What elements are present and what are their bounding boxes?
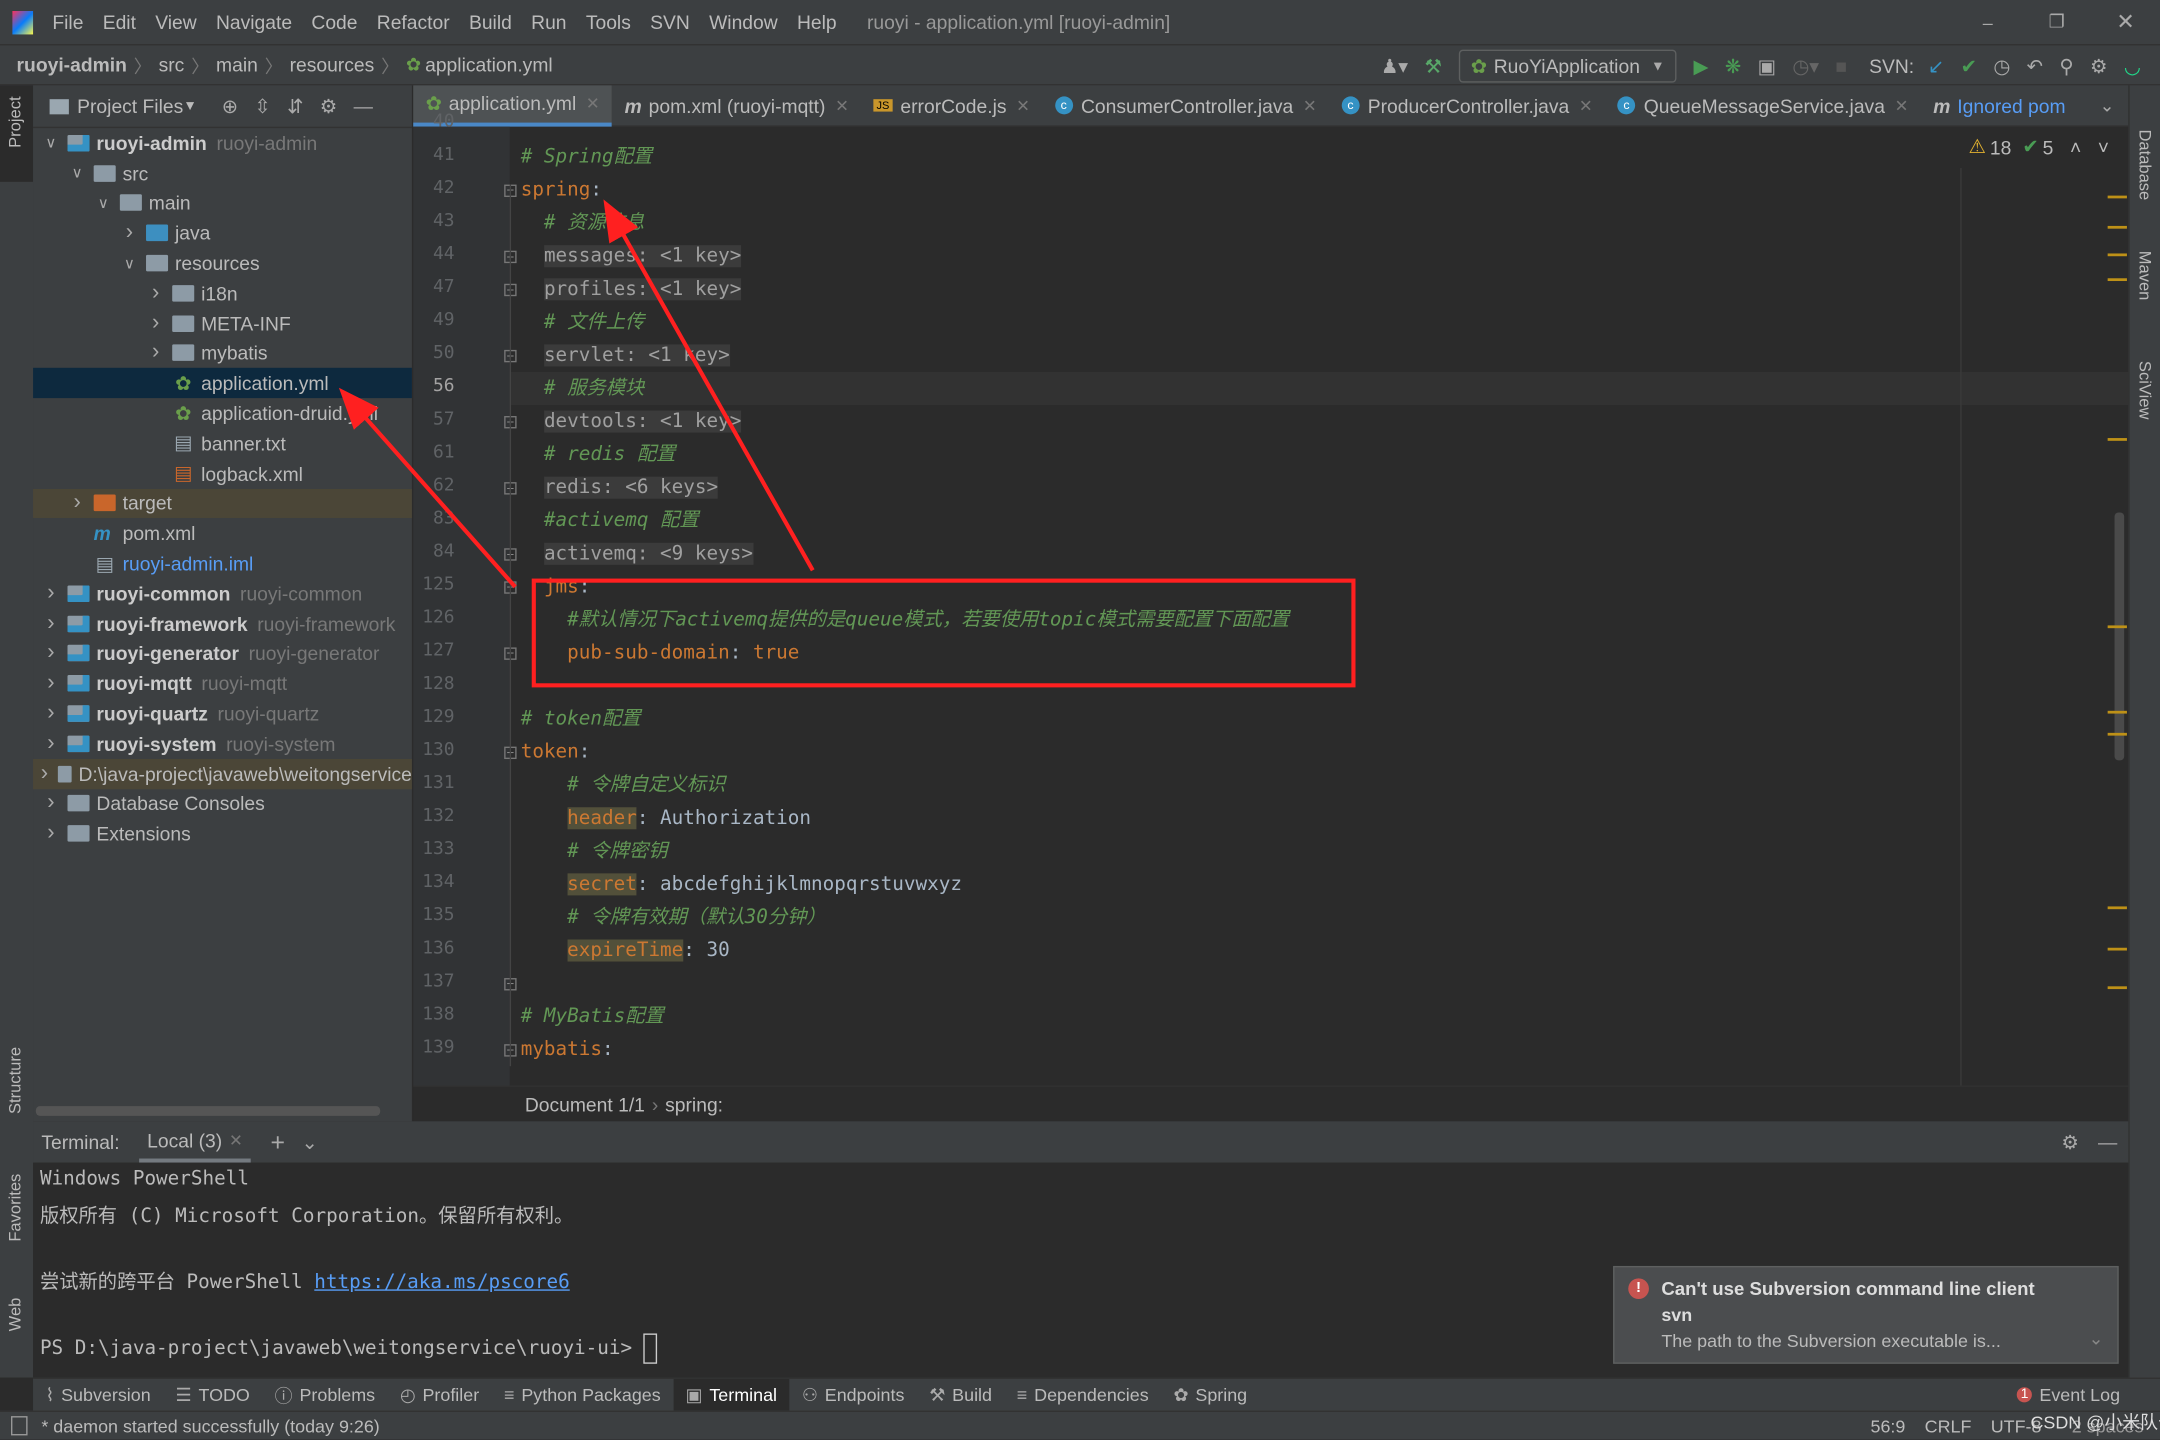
line-separator[interactable]: CRLF xyxy=(1925,1416,1972,1437)
terminal-prompt-line: PS D:\java-project\javaweb\weitongservic… xyxy=(39,1333,658,1364)
expand-chevron-icon[interactable]: ⌄ xyxy=(2088,1328,2103,1350)
new-terminal-icon[interactable]: + xyxy=(270,1128,284,1157)
sciview-tool-button[interactable]: SciView xyxy=(2135,361,2154,420)
tool-window-icon: ☰ xyxy=(175,1383,192,1405)
terminal-line: 尝试新的跨平台 PowerShell https://aka.ms/pscore… xyxy=(40,1267,570,1295)
terminal-tab-label: Local (3) xyxy=(147,1128,223,1151)
tool-window-terminal[interactable]: ▣ Terminal xyxy=(673,1378,790,1411)
caret-position[interactable]: 56:9 xyxy=(1870,1416,1905,1437)
event-log-button[interactable]: 1 Event Log xyxy=(2004,1379,2132,1411)
toggle-tool-windows-icon[interactable] xyxy=(11,1416,28,1436)
chevron-down-icon[interactable]: ⌄ xyxy=(301,1130,317,1153)
notification-subtitle: svn xyxy=(1661,1304,1693,1326)
tool-window-profiler[interactable]: ◴ Profiler xyxy=(388,1379,492,1411)
terminal-line: 版权所有 (C) Microsoft Corporation。保留所有权利。 xyxy=(39,1205,574,1228)
notification-body: The path to the Subversion executable is… xyxy=(1661,1330,2001,1352)
database-tool-button[interactable]: Database xyxy=(2135,129,2154,200)
tool-window-icon: ⚇ xyxy=(801,1383,818,1405)
tool-window-dependencies[interactable]: ≡ Dependencies xyxy=(1004,1379,1161,1411)
watermark: CSDN @小米队长1 xyxy=(2030,1411,2160,1433)
tool-window-icon: ◴ xyxy=(399,1383,416,1405)
arrow-to-file xyxy=(338,387,517,589)
tool-window-label: Python Packages xyxy=(521,1384,661,1406)
terminal-link[interactable]: https://aka.ms/pscore6 xyxy=(314,1271,569,1293)
tool-window-icon: ≡ xyxy=(1016,1384,1028,1406)
tool-window-spring[interactable]: ✿ Spring xyxy=(1161,1379,1259,1411)
tool-window-label: Build xyxy=(952,1384,993,1406)
tool-window-python-packages[interactable]: ≡ Python Packages xyxy=(492,1379,674,1411)
terminal-line: Windows PowerShell xyxy=(39,1168,249,1191)
tool-window-icon: ≡ xyxy=(503,1384,515,1406)
breadcrumb-document[interactable]: Document 1/1 xyxy=(525,1094,645,1116)
tool-window-label: Spring xyxy=(1195,1384,1248,1406)
terminal-cursor xyxy=(643,1333,658,1364)
tool-window-subversion[interactable]: ⌇ Subversion xyxy=(33,1379,163,1411)
editor-breadcrumb: Document 1/1 › spring: xyxy=(413,1085,2129,1123)
tool-window-icon: ✿ xyxy=(1173,1383,1189,1405)
terminal-tab-local[interactable]: Local (3) ✕ xyxy=(138,1121,252,1163)
close-icon[interactable]: ✕ xyxy=(229,1130,243,1149)
ide-window: File Edit View Navigate Code Refactor Build Run… xyxy=(0,0,2160,1440)
right-tool-strip: Database Maven SciView xyxy=(2128,85,2160,1411)
tool-window-label: Problems xyxy=(299,1384,376,1406)
arrow-to-spring xyxy=(603,199,815,572)
status-bar: * daemon started successfully (today 9:2… xyxy=(0,1410,2160,1440)
hide-icon[interactable]: — xyxy=(2098,1131,2117,1153)
error-icon: ! xyxy=(1628,1278,1649,1300)
tool-window-endpoints[interactable]: ⚇ Endpoints xyxy=(789,1379,916,1411)
tool-window-label: Dependencies xyxy=(1034,1384,1149,1406)
tool-window-todo[interactable]: ☰ TODO xyxy=(163,1379,262,1411)
notification-title: Can't use Subversion command line client xyxy=(1661,1278,2035,1300)
tool-window-build[interactable]: ⚒ Build xyxy=(917,1379,1005,1411)
tool-window-icon: ⓘ xyxy=(274,1385,293,1407)
event-count-badge: 1 xyxy=(2016,1387,2033,1403)
tool-window-icon: ⌇ xyxy=(45,1383,55,1405)
tool-window-label: Terminal xyxy=(709,1384,778,1406)
tool-window-icon: ⚒ xyxy=(929,1383,946,1405)
gear-icon[interactable]: ⚙ xyxy=(2061,1130,2078,1153)
notification-balloon[interactable]: ! Can't use Subversion command line clie… xyxy=(1613,1265,2119,1364)
terminal-header: Terminal: Local (3) ✕ + ⌄ ⚙ — xyxy=(33,1121,2129,1163)
terminal-prompt: PS D:\java-project\javaweb\weitongservic… xyxy=(39,1337,644,1360)
status-message: * daemon started successfully (today 9:2… xyxy=(41,1415,380,1437)
tool-window-label: Subversion xyxy=(61,1384,151,1406)
terminal-text: 尝试新的跨平台 PowerShell xyxy=(39,1271,315,1294)
tool-window-icon: ▣ xyxy=(685,1383,703,1405)
tool-window-bar: ⌇ Subversion ☰ TODO ⓘ Problems ◴ Profiler ≡ Pytho… xyxy=(33,1377,2160,1411)
breadcrumb-spring[interactable]: spring: xyxy=(665,1094,723,1116)
tool-window-label: TODO xyxy=(198,1384,250,1406)
tool-window-label: Profiler xyxy=(422,1384,480,1406)
tool-window-label: Endpoints xyxy=(824,1384,905,1406)
terminal-label: Terminal: xyxy=(41,1130,120,1154)
event-log-label: Event Log xyxy=(2039,1384,2121,1406)
tool-window-problems[interactable]: ⓘ Problems xyxy=(262,1379,387,1411)
maven-tool-button[interactable]: Maven xyxy=(2135,251,2154,301)
